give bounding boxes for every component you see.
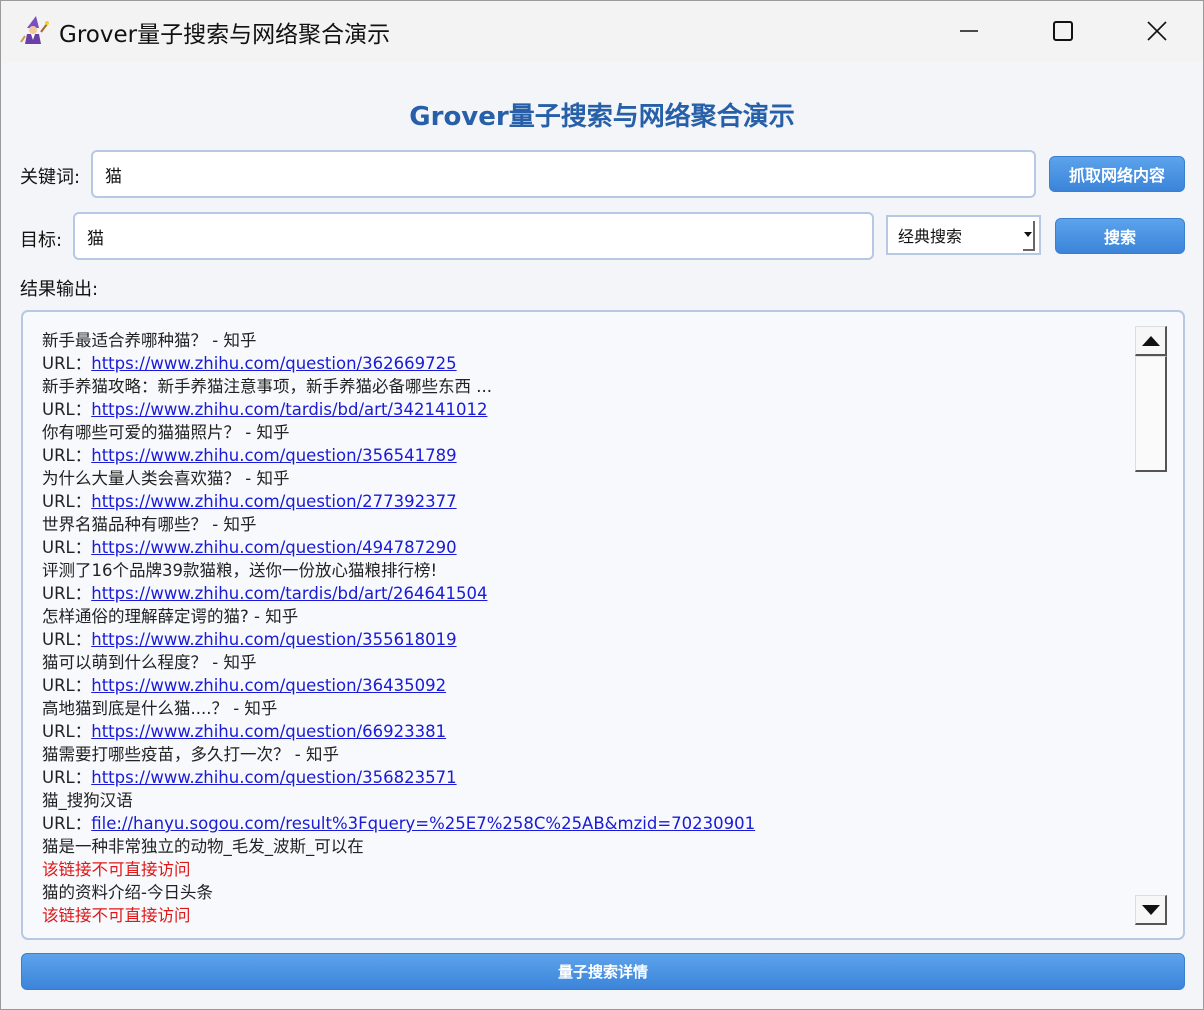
chevron-down-icon	[1023, 221, 1035, 251]
results-label: 结果输出:	[20, 279, 99, 300]
url-prefix: URL：	[42, 538, 92, 557]
scroll-up-button[interactable]	[1135, 326, 1167, 356]
url-prefix: URL：	[42, 722, 92, 741]
result-title-line: 新手养猫攻略：新手养猫注意事项，新手养猫必备哪些东西 ...	[42, 377, 492, 396]
window-title: Grover量子搜索与网络聚合演示	[59, 22, 391, 48]
url-prefix: URL：	[42, 630, 92, 649]
result-url-line: URL：https://www.zhihu.com/question/36266…	[42, 352, 1122, 375]
search-button[interactable]: 搜索	[1055, 218, 1185, 254]
triangle-up-icon	[1141, 335, 1160, 346]
result-url-line: URL：https://www.zhihu.com/question/36435…	[42, 674, 1122, 697]
close-icon	[1147, 21, 1167, 41]
url-prefix: URL：	[42, 492, 92, 511]
url-prefix: URL：	[42, 400, 92, 419]
result-url-line: URL：https://www.zhihu.com/question/66923…	[42, 720, 1122, 743]
fetch-content-button[interactable]: 抓取网络内容	[1049, 156, 1185, 192]
url-prefix: URL：	[42, 446, 92, 465]
result-title-line: 评测了16个品牌39款猫粮，送你一份放心猫粮排行榜!	[42, 561, 438, 580]
url-prefix: URL：	[42, 584, 92, 603]
result-link[interactable]: https://www.zhihu.com/question/356823571	[91, 768, 456, 787]
quantum-search-details-button[interactable]: 量子搜索详情	[21, 953, 1185, 990]
result-link[interactable]: https://www.zhihu.com/tardis/bd/art/3421…	[91, 400, 487, 419]
result-link[interactable]: https://www.zhihu.com/question/362669725	[91, 354, 456, 373]
result-link[interactable]: https://www.zhihu.com/question/277392377	[91, 492, 456, 511]
result-title-line: 你有哪些可爱的猫猫照片？ - 知乎	[42, 423, 290, 442]
url-prefix: URL：	[42, 354, 92, 373]
result-title-line: 新手最适合养哪种猫？ - 知乎	[42, 331, 257, 350]
result-link[interactable]: https://www.zhihu.com/question/66923381	[91, 722, 446, 741]
result-title-line: 猫_搜狗汉语	[42, 791, 133, 810]
triangle-down-icon	[1141, 904, 1160, 915]
result-url-line: URL：https://www.zhihu.com/question/35654…	[42, 444, 1122, 467]
result-link[interactable]: file://hanyu.sogou.com/result%3Fquery=%2…	[91, 814, 755, 833]
page-heading: Grover量子搜索与网络聚合演示	[409, 102, 795, 132]
minimize-button[interactable]	[923, 1, 1015, 61]
keyword-input[interactable]: 猫	[91, 150, 1036, 198]
url-prefix: URL：	[42, 768, 92, 787]
title-bar[interactable]: Grover量子搜索与网络聚合演示	[1, 1, 1203, 61]
result-title-line: 猫的资料介绍-今日头条	[42, 883, 213, 902]
target-input[interactable]: 猫	[73, 212, 874, 260]
result-title-line: 世界名猫品种有哪些？ - 知乎	[42, 515, 257, 534]
close-button[interactable]	[1111, 1, 1203, 61]
url-prefix: URL：	[42, 814, 92, 833]
scroll-down-button[interactable]	[1135, 895, 1167, 925]
result-error-line: 该链接不可直接访问	[42, 860, 191, 879]
maximize-icon	[1053, 21, 1073, 41]
result-link[interactable]: https://www.zhihu.com/question/36435092	[91, 676, 446, 695]
result-title-line: 猫是一种非常独立的动物_毛发_波斯_可以在	[42, 837, 364, 856]
search-mode-select[interactable]: 经典搜索	[886, 215, 1041, 255]
result-title-line: 猫可以萌到什么程度？ - 知乎	[42, 653, 257, 672]
result-title-line: 高地猫到底是什么猫....？ - 知乎	[42, 699, 278, 718]
result-url-line: URL：https://www.zhihu.com/tardis/bd/art/…	[42, 398, 1122, 421]
result-title-line: 猫需要打哪些疫苗，多久打一次？ - 知乎	[42, 745, 339, 764]
results-output[interactable]: 新手最适合养哪种猫？ - 知乎 URL：https://www.zhihu.com…	[21, 310, 1185, 940]
result-link[interactable]: https://www.zhihu.com/question/355618019	[91, 630, 456, 649]
target-label: 目标:	[20, 230, 63, 251]
url-prefix: URL：	[42, 676, 92, 695]
result-url-line: URL：https://www.zhihu.com/question/35561…	[42, 628, 1122, 651]
result-title-line: 怎样通俗的理解薛定谔的猫? - 知乎	[42, 607, 299, 626]
result-link[interactable]: https://www.zhihu.com/question/494787290	[91, 538, 456, 557]
result-url-line: URL：file://hanyu.sogou.com/result%3Fquer…	[42, 812, 1122, 835]
result-link[interactable]: https://www.zhihu.com/question/356541789	[91, 446, 456, 465]
result-url-line: URL：https://www.zhihu.com/question/27739…	[42, 490, 1122, 513]
wizard-icon	[19, 14, 49, 46]
result-url-line: URL：https://www.zhihu.com/question/49478…	[42, 536, 1122, 559]
search-mode-value: 经典搜索	[898, 227, 963, 246]
result-title-line: 为什么大量人类会喜欢猫？ - 知乎	[42, 469, 290, 488]
scrollbar-thumb[interactable]	[1135, 356, 1167, 472]
app-window: Grover量子搜索与网络聚合演示 Grover量子搜索与网络聚合演示 关键词:…	[0, 0, 1204, 1010]
result-url-line: URL：https://www.zhihu.com/tardis/bd/art/…	[42, 582, 1122, 605]
minimize-icon	[960, 30, 978, 32]
maximize-button[interactable]	[1017, 1, 1109, 61]
keyword-label: 关键词:	[20, 167, 81, 188]
result-url-line: URL：https://www.zhihu.com/question/35682…	[42, 766, 1122, 789]
results-list: 新手最适合养哪种猫？ - 知乎 URL：https://www.zhihu.com…	[42, 329, 1122, 927]
result-error-line: 该链接不可直接访问	[42, 906, 191, 925]
result-link[interactable]: https://www.zhihu.com/tardis/bd/art/2646…	[91, 584, 487, 603]
